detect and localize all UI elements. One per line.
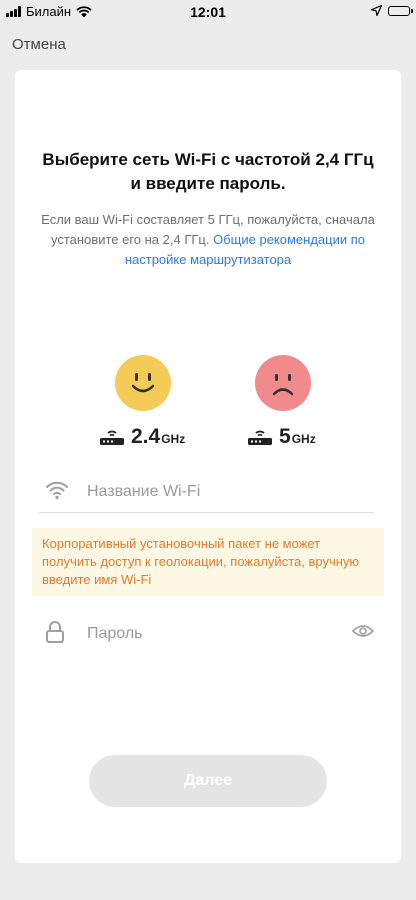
next-button[interactable]: Далее: [89, 755, 327, 807]
status-time: 12:01: [190, 4, 226, 20]
wifi-name-field-row: [39, 472, 374, 513]
page-title: Выберите сеть Wi-Fi с частотой 2,4 ГГц и…: [42, 150, 374, 193]
happy-face-icon: [115, 355, 171, 411]
eye-icon[interactable]: [352, 624, 374, 638]
status-right: [371, 5, 413, 16]
freq-24-value: 2.4: [131, 425, 161, 448]
freq-5-unit: GHz: [291, 432, 316, 446]
battery-icon: [388, 5, 413, 16]
wifi-name-input[interactable]: [85, 478, 369, 506]
password-input[interactable]: [85, 620, 339, 648]
cancel-button[interactable]: Отмена: [12, 36, 66, 53]
router-icon: [100, 430, 124, 445]
lock-icon: [46, 621, 64, 643]
wifi-setup-card: Выберите сеть Wi-Fi с частотой 2,4 ГГц и…: [15, 70, 401, 863]
freq-5-value: 5: [279, 425, 291, 448]
freq-24-unit: GHz: [161, 432, 186, 446]
freq-5-label: 5GHz: [247, 425, 316, 449]
freq-24-label: 2.4GHz: [99, 425, 185, 449]
password-field-row: [39, 614, 374, 654]
status-bar: Билайн 12:01: [0, 0, 416, 24]
wifi-icon: [46, 481, 68, 500]
description: Если ваш Wi-Fi составляет 5 ГГц, пожалуй…: [37, 210, 379, 270]
geolocation-warning: Корпоративный установочный пакет не може…: [32, 528, 384, 596]
location-icon: [371, 5, 382, 16]
sad-face-icon: [255, 355, 311, 411]
router-icon: [248, 430, 272, 445]
